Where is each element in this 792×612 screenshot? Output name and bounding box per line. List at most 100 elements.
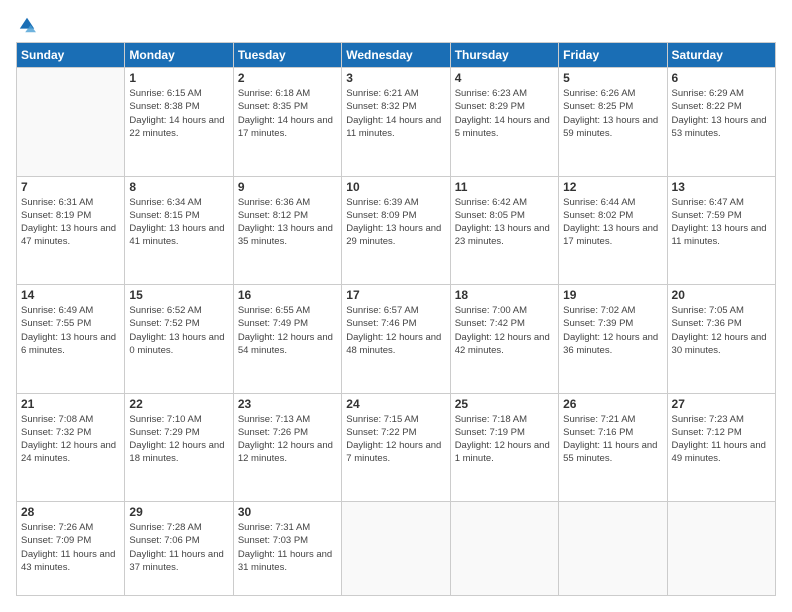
day-number: 11 <box>455 180 554 194</box>
day-detail: Sunrise: 6:15 AMSunset: 8:38 PMDaylight:… <box>129 87 228 140</box>
calendar-cell: 15 Sunrise: 6:52 AMSunset: 7:52 PMDayligh… <box>125 285 233 394</box>
day-detail: Sunrise: 6:49 AMSunset: 7:55 PMDaylight:… <box>21 304 120 357</box>
calendar-cell: 21 Sunrise: 7:08 AMSunset: 7:32 PMDayligh… <box>17 393 125 502</box>
day-number: 8 <box>129 180 228 194</box>
day-detail: Sunrise: 7:23 AMSunset: 7:12 PMDaylight:… <box>672 413 771 466</box>
day-detail: Sunrise: 7:15 AMSunset: 7:22 PMDaylight:… <box>346 413 445 466</box>
day-detail: Sunrise: 7:13 AMSunset: 7:26 PMDaylight:… <box>238 413 337 466</box>
day-number: 1 <box>129 71 228 85</box>
calendar-cell: 25Sunrise: 7:18 AMSunset: 7:19 PMDayligh… <box>450 393 558 502</box>
day-number: 16 <box>238 288 337 302</box>
day-number: 17 <box>346 288 445 302</box>
day-number: 5 <box>563 71 662 85</box>
calendar-cell: 4Sunrise: 6:23 AMSunset: 8:29 PMDaylight… <box>450 68 558 177</box>
calendar-cell: 7 Sunrise: 6:31 AMSunset: 8:19 PMDaylight… <box>17 176 125 285</box>
day-detail: Sunrise: 6:23 AMSunset: 8:29 PMDaylight:… <box>455 87 554 140</box>
calendar-cell: 20 Sunrise: 7:05 AMSunset: 7:36 PMDayligh… <box>667 285 775 394</box>
calendar-cell <box>667 502 775 596</box>
day-number: 6 <box>672 71 771 85</box>
week-row-1: 1 Sunrise: 6:15 AMSunset: 8:38 PMDaylight… <box>17 68 776 177</box>
calendar-cell: 14 Sunrise: 6:49 AMSunset: 7:55 PMDayligh… <box>17 285 125 394</box>
calendar-cell: 13Sunrise: 6:47 AMSunset: 7:59 PMDayligh… <box>667 176 775 285</box>
day-number: 24 <box>346 397 445 411</box>
day-number: 26 <box>563 397 662 411</box>
weekday-monday: Monday <box>125 43 233 68</box>
calendar-cell <box>559 502 667 596</box>
day-number: 18 <box>455 288 554 302</box>
day-detail: Sunrise: 6:26 AMSunset: 8:25 PMDaylight:… <box>563 87 662 140</box>
calendar-cell: 5 Sunrise: 6:26 AMSunset: 8:25 PMDaylight… <box>559 68 667 177</box>
day-detail: Sunrise: 6:21 AMSunset: 8:32 PMDaylight:… <box>346 87 445 140</box>
day-detail: Sunrise: 7:28 AMSunset: 7:06 PMDaylight:… <box>129 521 228 574</box>
day-number: 9 <box>238 180 337 194</box>
calendar-cell: 30 Sunrise: 7:31 AMSunset: 7:03 PMDayligh… <box>233 502 341 596</box>
weekday-header-row: SundayMondayTuesdayWednesdayThursdayFrid… <box>17 43 776 68</box>
header <box>16 16 776 34</box>
weekday-wednesday: Wednesday <box>342 43 450 68</box>
day-number: 28 <box>21 505 120 519</box>
weekday-thursday: Thursday <box>450 43 558 68</box>
day-number: 20 <box>672 288 771 302</box>
day-detail: Sunrise: 6:29 AMSunset: 8:22 PMDaylight:… <box>672 87 771 140</box>
week-row-5: 28 Sunrise: 7:26 AMSunset: 7:09 PMDayligh… <box>17 502 776 596</box>
weekday-sunday: Sunday <box>17 43 125 68</box>
calendar-cell: 27Sunrise: 7:23 AMSunset: 7:12 PMDayligh… <box>667 393 775 502</box>
day-detail: Sunrise: 7:31 AMSunset: 7:03 PMDaylight:… <box>238 521 337 574</box>
day-detail: Sunrise: 6:39 AMSunset: 8:09 PMDaylight:… <box>346 196 445 249</box>
weekday-saturday: Saturday <box>667 43 775 68</box>
calendar-cell: 24 Sunrise: 7:15 AMSunset: 7:22 PMDayligh… <box>342 393 450 502</box>
calendar-cell: 12Sunrise: 6:44 AMSunset: 8:02 PMDayligh… <box>559 176 667 285</box>
day-number: 13 <box>672 180 771 194</box>
calendar-cell: 9 Sunrise: 6:36 AMSunset: 8:12 PMDaylight… <box>233 176 341 285</box>
day-number: 29 <box>129 505 228 519</box>
day-number: 7 <box>21 180 120 194</box>
calendar-cell: 10 Sunrise: 6:39 AMSunset: 8:09 PMDayligh… <box>342 176 450 285</box>
calendar-cell: 1 Sunrise: 6:15 AMSunset: 8:38 PMDaylight… <box>125 68 233 177</box>
day-detail: Sunrise: 7:02 AMSunset: 7:39 PMDaylight:… <box>563 304 662 357</box>
day-number: 15 <box>129 288 228 302</box>
day-number: 22 <box>129 397 228 411</box>
day-number: 19 <box>563 288 662 302</box>
logo-icon <box>18 16 36 34</box>
day-number: 23 <box>238 397 337 411</box>
day-detail: Sunrise: 7:26 AMSunset: 7:09 PMDaylight:… <box>21 521 120 574</box>
day-detail: Sunrise: 6:36 AMSunset: 8:12 PMDaylight:… <box>238 196 337 249</box>
day-detail: Sunrise: 7:00 AMSunset: 7:42 PMDaylight:… <box>455 304 554 357</box>
weekday-tuesday: Tuesday <box>233 43 341 68</box>
calendar-cell: 19 Sunrise: 7:02 AMSunset: 7:39 PMDayligh… <box>559 285 667 394</box>
day-number: 12 <box>563 180 662 194</box>
page: SundayMondayTuesdayWednesdayThursdayFrid… <box>0 0 792 612</box>
day-detail: Sunrise: 6:31 AMSunset: 8:19 PMDaylight:… <box>21 196 120 249</box>
day-number: 21 <box>21 397 120 411</box>
calendar-cell <box>450 502 558 596</box>
calendar-cell: 28 Sunrise: 7:26 AMSunset: 7:09 PMDayligh… <box>17 502 125 596</box>
calendar-cell: 11 Sunrise: 6:42 AMSunset: 8:05 PMDayligh… <box>450 176 558 285</box>
calendar-cell: 8Sunrise: 6:34 AMSunset: 8:15 PMDaylight… <box>125 176 233 285</box>
calendar: SundayMondayTuesdayWednesdayThursdayFrid… <box>16 42 776 596</box>
day-detail: Sunrise: 6:18 AMSunset: 8:35 PMDaylight:… <box>238 87 337 140</box>
day-number: 14 <box>21 288 120 302</box>
day-detail: Sunrise: 7:08 AMSunset: 7:32 PMDaylight:… <box>21 413 120 466</box>
calendar-cell: 16 Sunrise: 6:55 AMSunset: 7:49 PMDayligh… <box>233 285 341 394</box>
week-row-3: 14 Sunrise: 6:49 AMSunset: 7:55 PMDayligh… <box>17 285 776 394</box>
day-detail: Sunrise: 7:21 AMSunset: 7:16 PMDaylight:… <box>563 413 662 466</box>
day-detail: Sunrise: 6:57 AMSunset: 7:46 PMDaylight:… <box>346 304 445 357</box>
day-number: 30 <box>238 505 337 519</box>
day-number: 3 <box>346 71 445 85</box>
calendar-cell: 17 Sunrise: 6:57 AMSunset: 7:46 PMDayligh… <box>342 285 450 394</box>
day-detail: Sunrise: 7:18 AMSunset: 7:19 PMDaylight:… <box>455 413 554 466</box>
calendar-cell: 18 Sunrise: 7:00 AMSunset: 7:42 PMDayligh… <box>450 285 558 394</box>
day-detail: Sunrise: 6:42 AMSunset: 8:05 PMDaylight:… <box>455 196 554 249</box>
weekday-friday: Friday <box>559 43 667 68</box>
day-detail: Sunrise: 7:05 AMSunset: 7:36 PMDaylight:… <box>672 304 771 357</box>
day-number: 10 <box>346 180 445 194</box>
week-row-4: 21 Sunrise: 7:08 AMSunset: 7:32 PMDayligh… <box>17 393 776 502</box>
day-detail: Sunrise: 6:52 AMSunset: 7:52 PMDaylight:… <box>129 304 228 357</box>
calendar-cell: 23 Sunrise: 7:13 AMSunset: 7:26 PMDayligh… <box>233 393 341 502</box>
day-detail: Sunrise: 6:55 AMSunset: 7:49 PMDaylight:… <box>238 304 337 357</box>
day-detail: Sunrise: 7:10 AMSunset: 7:29 PMDaylight:… <box>129 413 228 466</box>
calendar-cell: 26 Sunrise: 7:21 AMSunset: 7:16 PMDayligh… <box>559 393 667 502</box>
week-row-2: 7 Sunrise: 6:31 AMSunset: 8:19 PMDaylight… <box>17 176 776 285</box>
logo <box>16 16 36 34</box>
calendar-cell: 2Sunrise: 6:18 AMSunset: 8:35 PMDaylight… <box>233 68 341 177</box>
